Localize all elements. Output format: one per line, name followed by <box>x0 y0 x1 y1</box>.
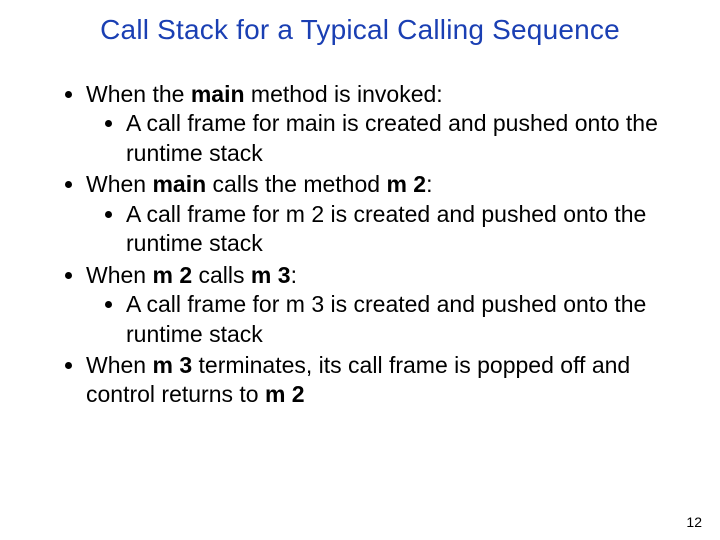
text-run: When <box>86 352 152 378</box>
text-run: calls <box>192 262 251 288</box>
text-bold: m 3 <box>152 352 192 378</box>
sub-bullet-list: A call frame for main is created and pus… <box>86 109 680 168</box>
text-run: A call frame for m 3 is created and push… <box>126 291 646 346</box>
text-run: A call frame for main is created and pus… <box>126 110 658 165</box>
text-run: A call frame for m 2 is created and push… <box>126 201 646 256</box>
sub-bullet-item: A call frame for main is created and pus… <box>126 109 680 168</box>
sub-bullet-list: A call frame for m 2 is created and push… <box>86 200 680 259</box>
slide-title: Call Stack for a Typical Calling Sequenc… <box>0 14 720 46</box>
bullet-item: When the main method is invoked: A call … <box>86 80 680 168</box>
text-run: : <box>291 262 297 288</box>
text-run: method is invoked: <box>245 81 443 107</box>
bullet-list: When the main method is invoked: A call … <box>58 80 680 410</box>
text-run: : <box>426 171 432 197</box>
bullet-item: When m 3 terminates, its call frame is p… <box>86 351 680 410</box>
sub-bullet-list: A call frame for m 3 is created and push… <box>86 290 680 349</box>
text-run: When <box>86 262 152 288</box>
text-run: When <box>86 171 152 197</box>
sub-bullet-item: A call frame for m 3 is created and push… <box>126 290 680 349</box>
text-bold: main <box>152 171 206 197</box>
bullet-item: When m 2 calls m 3: A call frame for m 3… <box>86 261 680 349</box>
text-bold: m 2 <box>386 171 426 197</box>
text-bold: main <box>191 81 245 107</box>
page-number: 12 <box>686 514 702 530</box>
sub-bullet-item: A call frame for m 2 is created and push… <box>126 200 680 259</box>
bullet-item: When main calls the method m 2: A call f… <box>86 170 680 258</box>
text-run: When the <box>86 81 191 107</box>
text-bold: m 2 <box>265 381 305 407</box>
text-bold: m 2 <box>152 262 192 288</box>
slide-body: When the main method is invoked: A call … <box>58 80 680 412</box>
text-bold: m 3 <box>251 262 291 288</box>
text-run: calls the method <box>206 171 386 197</box>
slide: Call Stack for a Typical Calling Sequenc… <box>0 0 720 540</box>
